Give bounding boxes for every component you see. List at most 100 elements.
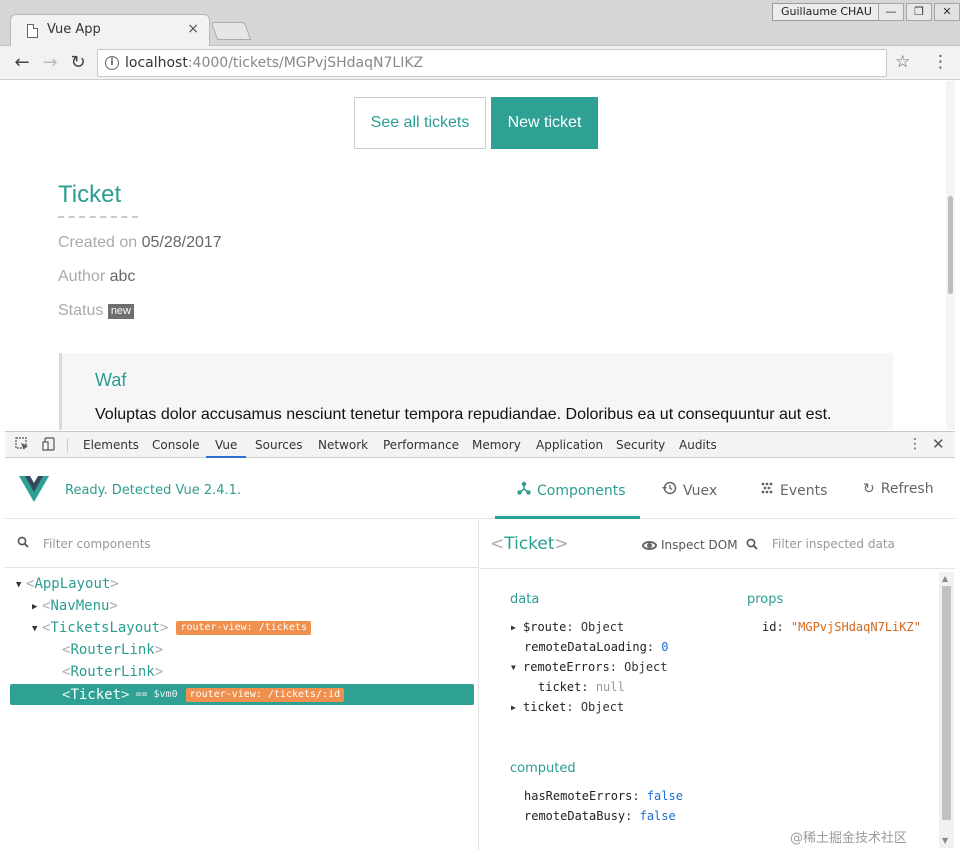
inspector-header: <Ticket> Inspect DOM Filter inspected da… [480,520,955,569]
expanded-arrow-icon[interactable]: ▼ [16,575,26,596]
new-tab-button[interactable] [210,22,252,40]
title-bar: Vue App × Guillaume CHAU — ❐ ✕ [0,0,960,46]
tab-components[interactable]: Components [517,481,626,499]
props-section-heading: props [747,592,784,607]
data-remote-errors[interactable]: ▼ remoteErrors: Object [511,657,668,678]
router-view-tag: router-view: /tickets [176,621,311,635]
info-icon[interactable]: i [105,56,119,70]
computed-remote-data-busy: remoteDataBusy: false [524,809,676,823]
profile-button[interactable]: Guillaume CHAU [772,3,881,21]
browser-tab[interactable]: Vue App × [10,14,210,46]
tree-node-ticket[interactable]: <Ticket> == $vm0 router-view: /tickets/:id [10,684,474,705]
scroll-down-icon[interactable]: ▼ [942,836,948,845]
tab-console[interactable]: Console [152,438,200,452]
computed-has-remote-errors: hasRemoteErrors: false [524,789,683,803]
description-title: Waf [95,370,127,390]
detected-status: Ready. Detected Vue 2.4.1. [65,483,242,498]
tab-vue[interactable]: Vue [215,438,237,452]
tab-application[interactable]: Application [536,438,603,452]
close-tab-icon[interactable]: × [187,21,199,37]
author-label: Author [58,268,106,285]
tab-vuex[interactable]: Vuex [661,481,717,499]
tab-events[interactable]: Events [760,481,827,499]
page-scrollbar[interactable] [946,81,955,430]
browser-window: Vue App × Guillaume CHAU — ❐ ✕ ← → ↻ i l… [0,0,960,854]
page-viewport: See all tickets New ticket Ticket Create… [5,81,955,430]
title-divider [58,216,138,218]
data-remote-data-loading: remoteDataLoading: 0 [524,640,669,654]
inspector-scrollbar-thumb[interactable] [942,586,951,820]
scroll-up-icon[interactable]: ▲ [942,574,948,583]
refresh-label: Refresh [880,481,934,497]
filter-components-input[interactable]: Filter components [43,537,151,551]
expanded-arrow-icon[interactable]: ▼ [32,619,42,640]
components-tab-indicator [495,516,640,519]
page-icon [27,24,38,38]
tree-node-applayout[interactable]: ▼ <AppLayout> [10,574,474,595]
filter-inspected-data-input[interactable]: Filter inspected data [772,537,895,551]
created-label: Created on [58,234,138,251]
vm-reference: == $vm0 [135,689,178,700]
inspector-scrollbar[interactable]: ▲ ▼ [939,572,954,848]
data-remote-errors-ticket: ticket: null [538,680,625,694]
filter-components-bar[interactable]: Filter components [5,520,479,568]
tree-node-ticketslayout[interactable]: ▼ <TicketsLayout> router-view: /tickets [10,618,474,639]
author-value: abc [109,268,136,285]
tab-security[interactable]: Security [616,438,665,452]
tree-node-routerlink[interactable]: <RouterLink> [10,662,474,683]
browser-menu-icon[interactable]: ⋮ [932,52,949,72]
forward-arrow-icon[interactable]: → [39,52,61,74]
device-toolbar-icon[interactable] [41,437,57,453]
router-view-tag: router-view: /tickets/:id [185,688,345,702]
component-tree-pane: Filter components ▼ <AppLayout> ▶ <NavMenu… [5,520,479,850]
tab-audits[interactable]: Audits [679,438,717,452]
created-row: Created on 05/28/2017 [58,234,222,252]
data-ticket[interactable]: ▶ ticket: Object [511,697,624,718]
data-route[interactable]: ▶ $route: Object [511,617,624,638]
vue-devtools-header: Ready. Detected Vue 2.4.1. Components Vu… [5,459,955,519]
active-tab-indicator [206,456,246,458]
search-icon [17,536,29,548]
tab-performance[interactable]: Performance [383,438,459,452]
refresh-icon: ↻ [863,481,875,497]
status-label: Status [58,302,104,319]
tab-network[interactable]: Network [318,438,368,452]
data-section-heading: data [510,592,540,607]
description-text: Voluptas dolor accusamus nesciunt tenetu… [95,406,832,423]
status-row: Status new [58,302,134,320]
history-icon [661,481,677,499]
tab-sources[interactable]: Sources [255,438,302,452]
address-bar[interactable]: i localhost:4000/tickets/MGPvjSHdaqN7LIK… [97,49,887,77]
collapsed-arrow-icon[interactable]: ▶ [32,597,42,618]
page-scrollbar-thumb[interactable] [948,196,953,294]
expand-arrow-icon[interactable]: ▶ [511,618,523,638]
author-row: Author abc [58,268,135,286]
tab-elements[interactable]: Elements [83,438,139,452]
inspect-element-icon[interactable] [14,437,30,453]
events-icon [760,481,774,499]
tree-node-routerlink[interactable]: <RouterLink> [10,640,474,661]
bookmark-star-icon[interactable]: ☆ [895,52,910,72]
close-window-button[interactable]: ✕ [934,3,960,21]
page-title: Ticket [58,181,122,208]
devtools-close-icon[interactable]: ✕ [932,435,945,453]
expand-arrow-icon[interactable]: ▶ [511,698,523,718]
restore-button[interactable]: ❐ [906,3,932,21]
inspect-dom-button[interactable]: Inspect DOM [642,538,738,552]
devtools-tabbar: Elements Console Vue Sources Network Per… [5,431,955,458]
minimize-button[interactable]: — [878,3,904,21]
inspected-component-name: <Ticket> [490,534,569,554]
tab-components-label: Components [537,483,626,499]
watermark: @稀土掘金技术社区 [790,831,908,846]
expanded-arrow-icon[interactable]: ▼ [511,658,523,678]
reload-icon[interactable]: ↻ [67,52,89,74]
tab-vuex-label: Vuex [683,483,718,499]
devtools-menu-icon[interactable]: ⋮ [908,436,922,452]
tab-memory[interactable]: Memory [472,438,521,452]
new-ticket-button[interactable]: New ticket [491,97,598,149]
back-arrow-icon[interactable]: ← [11,52,33,74]
url-text: localhost:4000/tickets/MGPvjSHdaqN7LIKZ [125,55,424,71]
refresh-button[interactable]: ↻ Refresh [863,481,934,497]
tree-node-navmenu[interactable]: ▶ <NavMenu> [10,596,474,617]
see-all-tickets-button[interactable]: See all tickets [354,97,486,149]
